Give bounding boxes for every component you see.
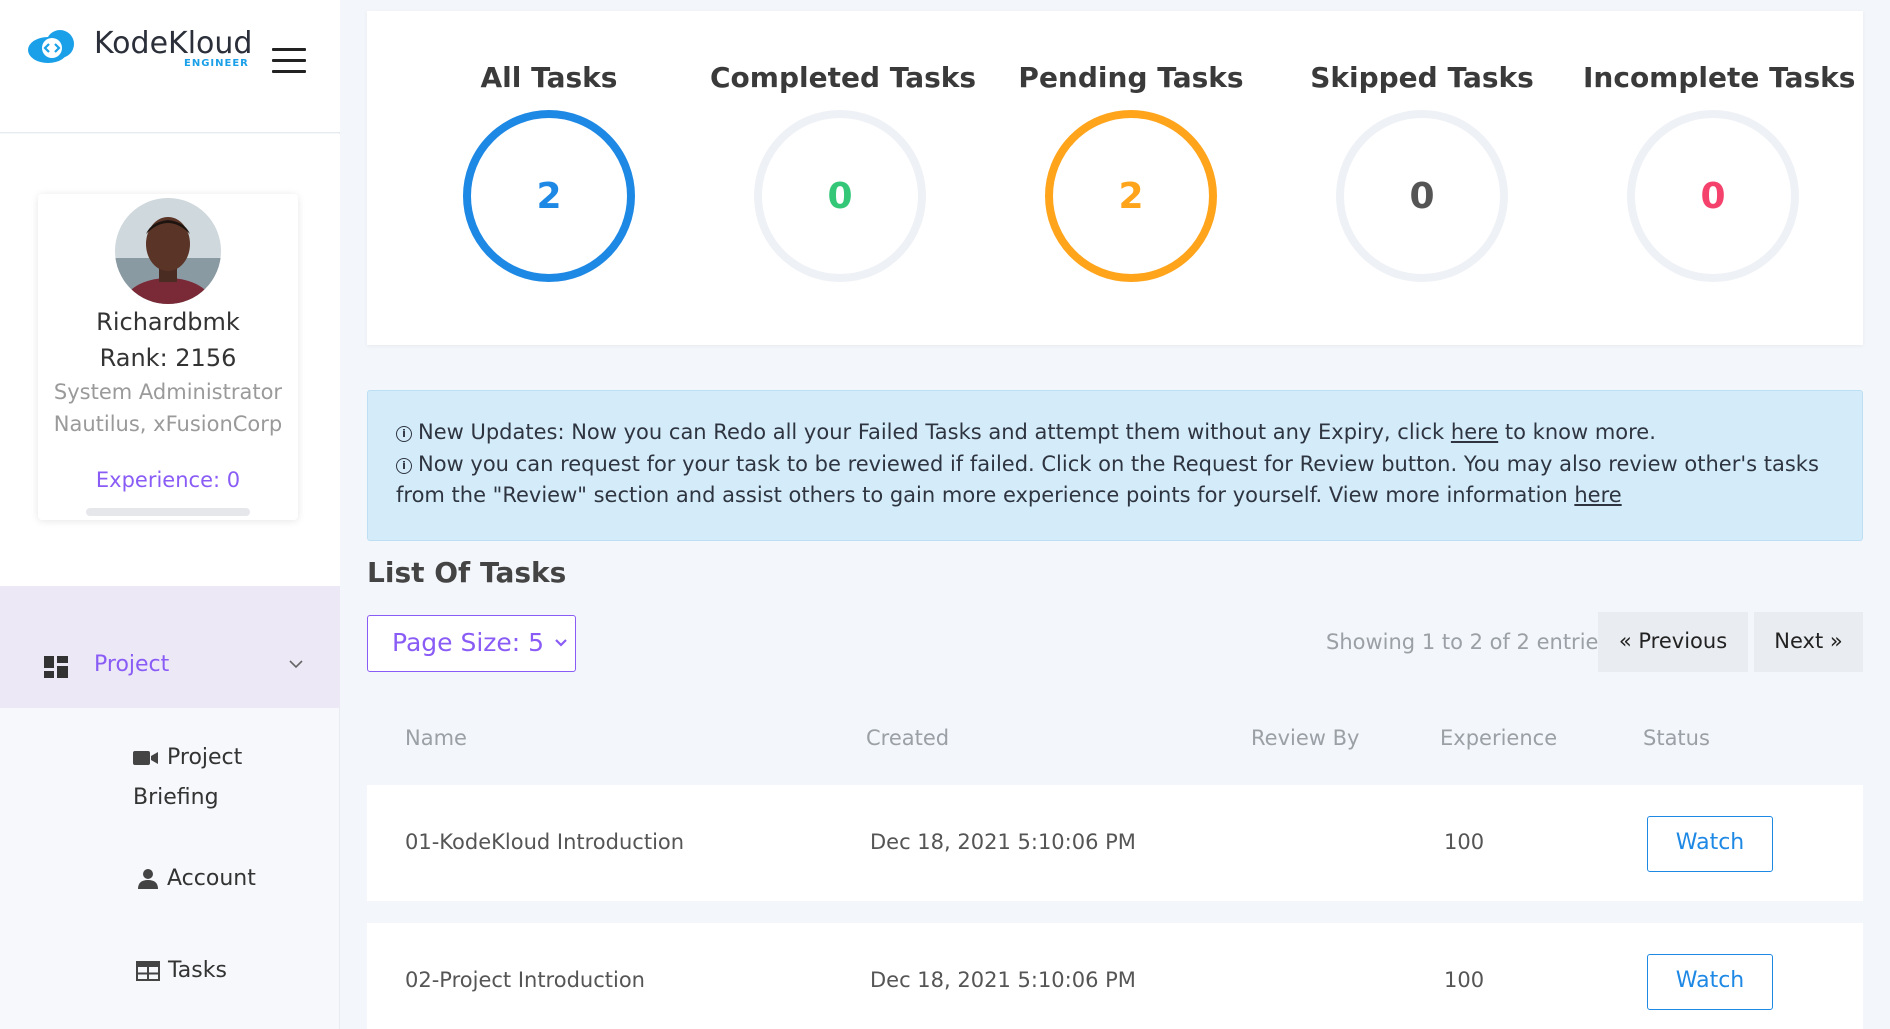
column-header-created[interactable]: Created bbox=[866, 726, 949, 750]
stat-title: All Tasks bbox=[480, 61, 618, 94]
sidebar-item-project-briefing[interactable]: Project Briefing bbox=[133, 738, 293, 818]
previous-page-button[interactable]: « Previous bbox=[1598, 612, 1748, 672]
stat-title: Completed Tasks bbox=[710, 61, 977, 94]
stat-title: Pending Tasks bbox=[1018, 61, 1244, 94]
page-size-dropdown[interactable]: Page Size: 5 bbox=[367, 615, 576, 672]
info-icon: i bbox=[396, 457, 412, 474]
hamburger-menu-icon[interactable] bbox=[272, 48, 306, 74]
table-icon bbox=[136, 961, 160, 981]
watch-button[interactable]: Watch bbox=[1647, 954, 1773, 1010]
table-row: 01-KodeKloud Introduction Dec 18, 2021 5… bbox=[367, 785, 1863, 901]
stat-pending-tasks[interactable]: Pending Tasks 2 bbox=[1001, 61, 1261, 284]
stat-skipped-tasks[interactable]: Skipped Tasks 0 bbox=[1292, 61, 1552, 284]
info-icon: i bbox=[396, 426, 412, 442]
column-header-status[interactable]: Status bbox=[1643, 726, 1710, 750]
stat-ring: 2 bbox=[463, 110, 635, 282]
watch-button[interactable]: Watch bbox=[1647, 816, 1773, 872]
sidebar-item-account-label: Account bbox=[167, 866, 256, 891]
sidebar-item-tasks[interactable]: Tasks bbox=[136, 958, 227, 983]
stat-value: 0 bbox=[1700, 176, 1725, 217]
task-created: Dec 18, 2021 5:10:06 PM bbox=[870, 968, 1136, 992]
alert-line-2: i Now you can request for your task to be… bbox=[396, 451, 1819, 507]
alert-here-link-1[interactable]: here bbox=[1451, 420, 1498, 444]
task-experience: 100 bbox=[1444, 968, 1485, 992]
next-page-button[interactable]: Next » bbox=[1754, 612, 1863, 672]
updates-alert: i New Updates: Now you can Redo all your … bbox=[367, 390, 1863, 541]
stat-all-tasks[interactable]: All Tasks 2 bbox=[419, 61, 679, 284]
alert-line-1: i New Updates: Now you can Redo all your … bbox=[396, 417, 1834, 449]
video-camera-icon bbox=[133, 751, 158, 765]
stat-value: 2 bbox=[1118, 176, 1143, 217]
sidebar: KodeKloud ENGINEER Richardbmk Rank: 2156… bbox=[0, 0, 340, 1029]
brand-name: KodeKloud bbox=[94, 26, 253, 61]
stat-title: Skipped Tasks bbox=[1310, 61, 1534, 94]
profile-role: System Administrator bbox=[53, 380, 283, 404]
stat-value: 0 bbox=[1409, 176, 1434, 217]
brand-sub: ENGINEER bbox=[184, 58, 249, 69]
table-row: 02-Project Introduction Dec 18, 2021 5:1… bbox=[367, 923, 1863, 1029]
profile-area: Richardbmk Rank: 2156 System Administrat… bbox=[0, 134, 340, 586]
dashboard-icon bbox=[44, 656, 68, 678]
stat-ring: 0 bbox=[1627, 110, 1799, 282]
list-title: List Of Tasks bbox=[367, 556, 567, 589]
profile-org: Nautilus, xFusionCorp bbox=[53, 412, 283, 436]
stat-value: 2 bbox=[536, 176, 561, 217]
kodekloud-logo-icon bbox=[28, 30, 74, 63]
task-experience: 100 bbox=[1444, 830, 1485, 854]
user-icon bbox=[138, 869, 158, 889]
sidebar-item-project[interactable]: Project bbox=[0, 586, 340, 708]
stat-ring: 0 bbox=[754, 110, 926, 282]
avatar bbox=[115, 198, 221, 304]
profile-rank: Rank: 2156 bbox=[99, 344, 237, 372]
stat-completed-tasks[interactable]: Completed Tasks 0 bbox=[710, 61, 977, 284]
task-stats-card: All Tasks 2 Completed Tasks 0 Pending Ta… bbox=[367, 11, 1863, 345]
column-header-review-by[interactable]: Review By bbox=[1251, 726, 1359, 750]
task-created: Dec 18, 2021 5:10:06 PM bbox=[870, 830, 1136, 854]
stat-title: Incomplete Tasks bbox=[1583, 61, 1856, 94]
stat-ring: 0 bbox=[1336, 110, 1508, 282]
stat-ring: 2 bbox=[1045, 110, 1217, 282]
stat-incomplete-tasks[interactable]: Incomplete Tasks 0 bbox=[1583, 61, 1856, 284]
task-name: 02-Project Introduction bbox=[405, 968, 645, 992]
stat-value: 0 bbox=[827, 176, 852, 217]
task-name: 01-KodeKloud Introduction bbox=[405, 830, 685, 854]
experience-progress-bar bbox=[86, 508, 250, 516]
entries-info: Showing 1 to 2 of 2 entries bbox=[1326, 630, 1610, 654]
chevron-down-icon bbox=[289, 660, 303, 669]
sidebar-item-account[interactable]: Account bbox=[137, 866, 256, 891]
profile-experience: Experience: 0 bbox=[95, 468, 241, 492]
brand-header: KodeKloud ENGINEER bbox=[0, 0, 340, 133]
profile-card: Richardbmk Rank: 2156 System Administrat… bbox=[38, 194, 298, 520]
column-header-experience[interactable]: Experience bbox=[1440, 726, 1557, 750]
column-header-name[interactable]: Name bbox=[405, 726, 467, 750]
chevron-down-icon bbox=[555, 639, 567, 647]
profile-name: Richardbmk bbox=[96, 308, 240, 336]
sidebar-item-project-label: Project bbox=[94, 652, 170, 677]
alert-here-link-2[interactable]: here bbox=[1574, 483, 1621, 507]
sidebar-item-tasks-label: Tasks bbox=[168, 958, 227, 983]
page-size-label: Page Size: 5 bbox=[392, 628, 545, 657]
